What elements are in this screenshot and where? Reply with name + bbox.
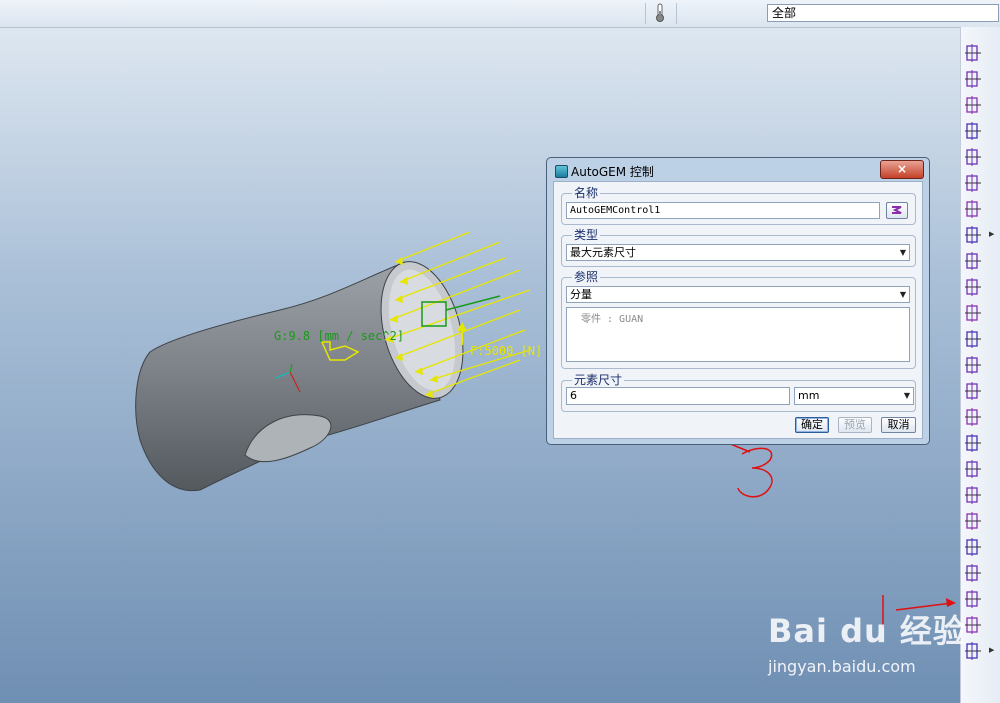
mesh-icon[interactable]: [963, 615, 985, 635]
chevron-down-icon: ▼: [899, 248, 906, 257]
reference-list[interactable]: 零件 : GUAN: [566, 307, 910, 362]
close-button[interactable]: ×: [880, 160, 924, 179]
type-select[interactable]: 最大元素尺寸 ▼: [566, 244, 910, 261]
annotation-number-1: 1: [878, 583, 879, 584]
temperature-load-icon[interactable]: [963, 173, 985, 193]
flyout-arrow-icon[interactable]: ▶: [989, 230, 994, 238]
volume-region-icon[interactable]: [963, 225, 985, 245]
preview-button[interactable]: 预览: [838, 417, 872, 433]
surface-region-icon[interactable]: [963, 199, 985, 219]
ok-button[interactable]: 确定: [795, 417, 829, 433]
reference-select-value: 分量: [570, 288, 592, 301]
type-group-label: 类型: [572, 228, 601, 242]
element-size-group: 元素尺寸 6 mm ▼: [561, 373, 916, 412]
shell-pair-icon[interactable]: [963, 407, 985, 427]
measure-icon[interactable]: [963, 511, 985, 531]
thermometer-icon[interactable]: [653, 3, 667, 23]
spring-icon[interactable]: [963, 303, 985, 323]
rigid-link-icon[interactable]: [963, 433, 985, 453]
beam-icon[interactable]: [963, 329, 985, 349]
selection-filter-select[interactable]: 全部: [767, 4, 999, 22]
dialog-body: 名称 AutoGEMControl1 类型 最大元素尺寸 ▼ 参照 分量 ▼ 零…: [553, 181, 923, 439]
dialog-app-icon: [555, 165, 568, 178]
watermark-logo: Bai du 经验: [768, 612, 966, 650]
mass-icon[interactable]: [963, 381, 985, 401]
datum-axis-icon[interactable]: [963, 69, 985, 89]
unit-select[interactable]: mm ▼: [794, 387, 914, 405]
solid-cube-icon[interactable]: [963, 641, 985, 661]
weld-icon[interactable]: [963, 537, 985, 557]
element-size-input[interactable]: 6: [566, 387, 790, 405]
displacement-constraint-icon[interactable]: [963, 147, 985, 167]
annotation-number-3: 3: [746, 460, 747, 461]
name-input[interactable]: AutoGEMControl1: [566, 202, 880, 219]
force-label: F:5000 [N]: [470, 344, 543, 358]
flyout-arrow-icon[interactable]: ▶: [989, 646, 994, 654]
ruler-icon[interactable]: [963, 563, 985, 583]
annotation-number-2: 2: [746, 320, 747, 321]
watermark-url: jingyan.baidu.com: [768, 657, 916, 676]
chevron-down-icon: ▼: [903, 391, 910, 400]
right-toolbar: ▶ ▶: [960, 27, 1000, 703]
fastener-icon[interactable]: [963, 485, 985, 505]
reference-group-label: 参照: [572, 270, 601, 284]
datum-plane-icon[interactable]: [963, 43, 985, 63]
datum-point-icon[interactable]: [963, 95, 985, 115]
gravity-label: G:9.8 [mm / sec^2]: [274, 329, 405, 343]
cancel-button[interactable]: 取消: [881, 417, 916, 433]
name-group-label: 名称: [572, 186, 601, 200]
chevron-down-icon: ▼: [899, 290, 906, 299]
autogem-control-dialog: AutoGEM 控制 × 名称 AutoGEMControl1 类型 最大元素尺…: [546, 157, 930, 445]
coordinate-system-icon[interactable]: [963, 121, 985, 141]
unit-select-value: mm: [798, 389, 820, 402]
reference-list-item[interactable]: 零件 : GUAN: [581, 310, 643, 325]
type-select-value: 最大元素尺寸: [570, 246, 636, 259]
cut-surface-icon[interactable]: [963, 277, 985, 297]
dialog-title: AutoGEM 控制: [571, 165, 654, 179]
name-group: 名称 AutoGEMControl1: [561, 186, 916, 225]
type-group: 类型 最大元素尺寸 ▼: [561, 228, 916, 267]
element-size-group-label: 元素尺寸: [572, 373, 625, 387]
reference-select[interactable]: 分量 ▼: [566, 286, 910, 303]
top-toolbar: 全部: [0, 0, 1000, 28]
autogem-control-icon[interactable]: [963, 589, 985, 609]
symmetry-constraint-icon[interactable]: [963, 251, 985, 271]
weighted-link-icon[interactable]: [963, 459, 985, 479]
name-edit-button[interactable]: [886, 202, 908, 219]
reference-group: 参照 分量 ▼ 零件 : GUAN: [561, 270, 916, 369]
spring-coil-icon[interactable]: [963, 355, 985, 375]
pen-icon: [892, 206, 902, 214]
